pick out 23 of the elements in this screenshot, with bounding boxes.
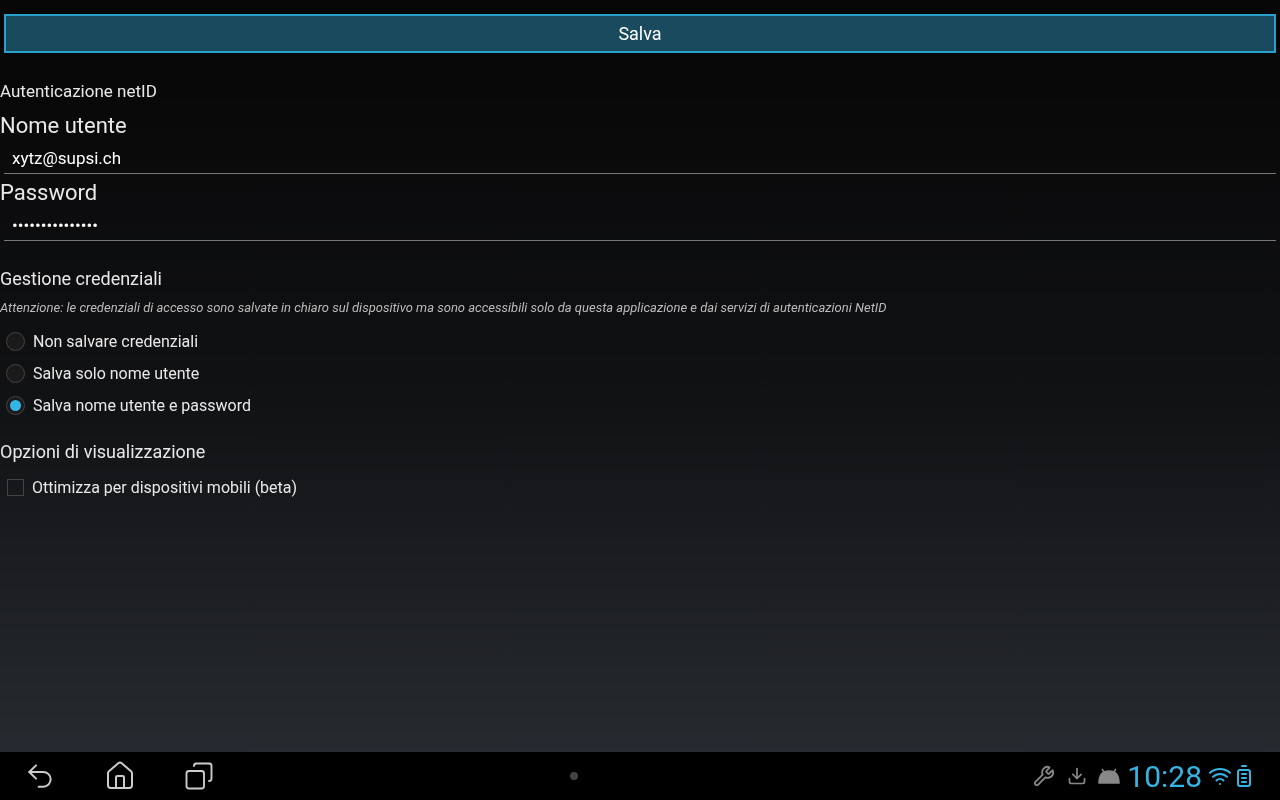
section-title: Gestione credenziali: [0, 267, 163, 291]
checkbox-option[interactable]: Ottimizza per dispositivi mobili (beta): [0, 471, 1280, 504]
radio-button[interactable]: [6, 364, 25, 383]
android-icon: [1097, 767, 1122, 785]
input-field[interactable]: •••••••••••••••: [4, 209, 1276, 241]
home-icon[interactable]: [104, 760, 136, 792]
recent-apps-icon[interactable]: [184, 761, 214, 791]
wrench-icon: [1033, 765, 1056, 787]
radio-button[interactable]: [6, 332, 25, 351]
field-label: Password: [0, 180, 99, 206]
radio-option[interactable]: Non salvare credenziali: [0, 325, 1280, 358]
section-title: Autenticazione netID: [0, 80, 158, 102]
download-icon: [1067, 766, 1088, 786]
warning-note: Attenzione: le credenziali di accesso sono salvate in chiaro sul dispositivo ma sono accessibili solo da questa applicazione e dai servizi di autenticazioni NetID: [0, 299, 888, 317]
section-title: Opzioni di visualizzazione: [0, 439, 207, 464]
input-field[interactable]: xytz@supsi.ch: [4, 142, 1276, 174]
save-button[interactable]: Salva: [4, 14, 1276, 53]
radio-option[interactable]: Salva solo nome utente: [0, 357, 1280, 390]
checkbox[interactable]: [7, 479, 24, 496]
field-label: Nome utente: [0, 113, 128, 139]
radio-option[interactable]: Salva nome utente e password: [0, 389, 1280, 422]
radio-button[interactable]: [6, 396, 25, 415]
clock: 10:28: [1127, 757, 1202, 796]
